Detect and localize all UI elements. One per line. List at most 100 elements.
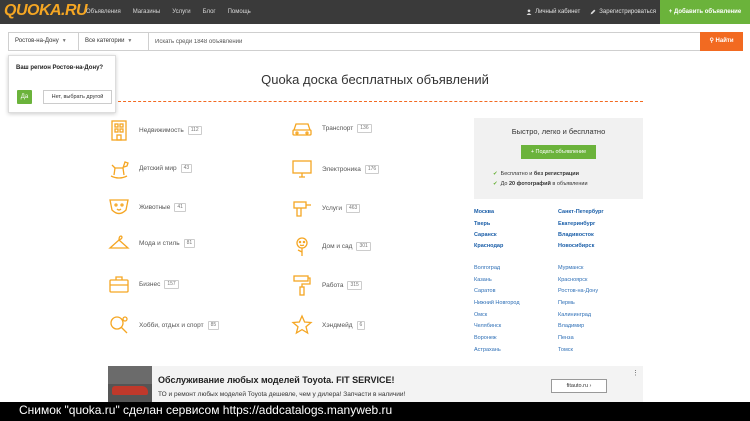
region-popup: Ваш регион Ростов-на-Дону? Да Нет, выбра… (8, 55, 116, 113)
check-icon: ✔ (493, 171, 498, 177)
city-link[interactable]: Челябинск (474, 323, 501, 329)
category-item[interactable]: Услуги 463 (291, 196, 361, 220)
paint-roller-icon (293, 275, 311, 296)
region-question: Ваш регион Ростов-на-Дону? (16, 65, 104, 71)
post-ad-button[interactable]: + Подать объявление (521, 145, 596, 159)
category-label: Мода и стиль (139, 239, 180, 247)
promo-feature: ✔ До 20 фотографий в объявлении (493, 181, 588, 187)
cabinet-link[interactable]: Личный кабинет (526, 0, 580, 24)
category-label: Дом и сад (322, 242, 353, 250)
city-link[interactable]: Мурманск (558, 265, 583, 271)
ad-link-button[interactable]: fitauto.ru › (551, 379, 607, 393)
car-icon (292, 123, 312, 136)
promo-feature-text: в объявлении (550, 181, 588, 187)
category-item[interactable]: Бизнес 157 (108, 272, 179, 296)
search-icon: ⚲ (709, 38, 714, 44)
category-item[interactable]: Мода и стиль 81 (108, 231, 196, 255)
search-button-label: Найти (715, 38, 734, 44)
category-item[interactable]: Дом и сад 301 (291, 234, 371, 258)
pet-icon (109, 199, 129, 215)
category-label: Животные (139, 203, 171, 211)
category-item[interactable]: Работа 315 (291, 273, 362, 297)
star-icon (291, 314, 313, 335)
rocking-horse-icon (110, 161, 129, 179)
account-links: Личный кабинет Зарегистрироваться (516, 0, 656, 24)
region-select-value: Ростов-на-Дону (15, 38, 59, 44)
more-options-icon[interactable]: ⋮ (632, 369, 639, 377)
category-label: Бизнес (139, 280, 161, 288)
category-item[interactable]: Хэндмейд 6 (291, 313, 366, 337)
building-icon (111, 120, 127, 141)
category-label: Электроника (322, 165, 361, 173)
drill-icon (293, 201, 311, 217)
nav-item-blog[interactable]: Блог (203, 0, 216, 24)
category-item[interactable]: Недвижимость 112 (108, 118, 202, 142)
nav-item-services[interactable]: Услуги (172, 0, 190, 24)
choose-other-region-button[interactable]: Нет, выбрать другой (43, 90, 112, 104)
city-link[interactable]: Новосибирск (558, 243, 594, 249)
nav-item-shops[interactable]: Магазины (133, 0, 160, 24)
ad-title[interactable]: Обслуживание любых моделей Toyota. FIT S… (158, 375, 394, 385)
city-link[interactable]: Красноярск (558, 277, 587, 283)
category-label: Транспорт (322, 124, 354, 132)
city-link[interactable]: Владивосток (558, 232, 594, 238)
category-item[interactable]: Животные 41 (108, 195, 186, 219)
hanger-icon (108, 235, 130, 249)
logo[interactable]: QUOKA.RU (4, 2, 88, 20)
city-link[interactable]: Краснодар (474, 243, 503, 249)
briefcase-icon (109, 276, 129, 293)
category-label: Услуги (322, 204, 342, 212)
category-count: 136 (357, 123, 372, 133)
ad-banner[interactable]: Обслуживание любых моделей Toyota. FIT S… (108, 366, 643, 402)
category-select[interactable]: Все категории ▼ (79, 33, 149, 50)
search-bar: Ростов-на-Дону▼ Все категории▼ ⚲ Найти (8, 32, 743, 51)
city-link[interactable]: Калининград (558, 312, 591, 318)
add-ad-button[interactable]: + Добавить объявление (660, 0, 750, 24)
promo-title: Быстро, легко и бесплатно (511, 127, 606, 136)
category-label: Работа (322, 281, 344, 289)
monitor-icon (292, 160, 312, 178)
category-item[interactable]: Электроника 176 (291, 157, 380, 181)
nav-item-help[interactable]: Помощь (228, 0, 251, 24)
city-link[interactable]: Томск (558, 347, 573, 353)
promo-feature-text: До (500, 181, 509, 187)
region-select[interactable]: Ростов-на-Дону ▼ (9, 33, 79, 50)
category-item[interactable]: Хобби, отдых и спорт 85 (108, 313, 220, 337)
city-link[interactable]: Пенза (558, 335, 574, 341)
promo-feature-bold: 20 фотографий (508, 181, 551, 187)
city-link[interactable]: Саранск (474, 232, 497, 238)
category-count: 112 (187, 125, 202, 135)
city-link[interactable]: Астрахань (474, 347, 501, 353)
city-link[interactable]: Казань (474, 277, 492, 283)
category-item[interactable]: Транспорт 136 (291, 116, 372, 140)
city-link[interactable]: Москва (474, 209, 494, 215)
register-link[interactable]: Зарегистрироваться (590, 0, 656, 24)
category-select-value: Все категории (85, 38, 125, 44)
category-item[interactable]: Детский мир 43 (108, 156, 193, 180)
city-link[interactable]: Волгоград (474, 265, 500, 271)
divider (108, 101, 643, 102)
city-link[interactable]: Ростов-на-Дону (558, 288, 598, 294)
search-input[interactable] (149, 33, 709, 50)
ping-pong-icon (110, 316, 128, 334)
category-count: 43 (180, 163, 193, 173)
city-link[interactable]: Санкт-Петербург (558, 209, 604, 215)
city-link[interactable]: Тверь (474, 221, 490, 227)
category-count: 41 (174, 202, 186, 212)
city-link[interactable]: Саратов (474, 288, 496, 294)
category-count: 157 (164, 279, 179, 289)
city-link[interactable]: Пермь (558, 300, 575, 306)
category-label: Детский мир (139, 164, 177, 172)
city-link[interactable]: Екатеринбург (558, 221, 595, 227)
category-count: 176 (364, 164, 380, 174)
chevron-down-icon: ▼ (61, 38, 67, 44)
city-link[interactable]: Воронеж (474, 335, 497, 341)
city-link[interactable]: Омск (474, 312, 487, 318)
ad-image (108, 366, 152, 402)
nav-item-ads[interactable]: Объявления (86, 0, 121, 24)
confirm-region-button[interactable]: Да (17, 90, 32, 104)
search-button[interactable]: ⚲ Найти (700, 32, 743, 51)
top-navbar: QUOKA.RU Объявления Магазины Услуги Блог… (0, 0, 750, 24)
city-link[interactable]: Владимир (558, 323, 584, 329)
city-link[interactable]: Нижний Новгород (474, 300, 520, 306)
